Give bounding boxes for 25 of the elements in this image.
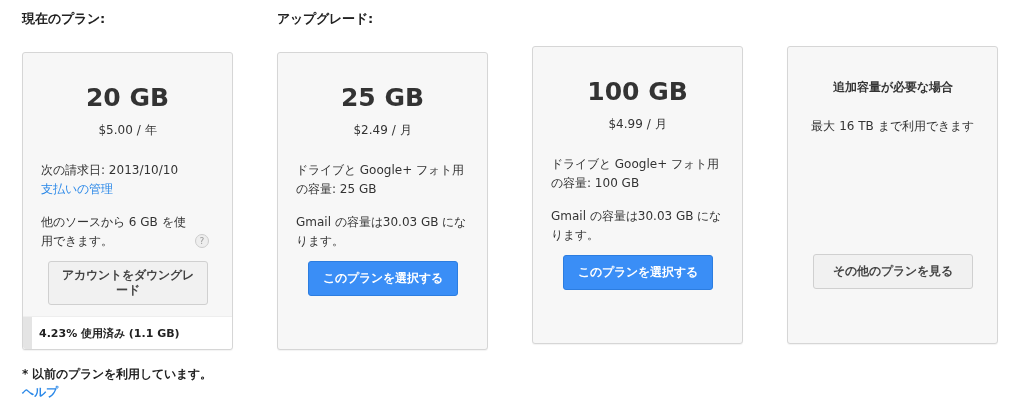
downgrade-button[interactable]: アカウントをダウングレード <box>47 261 208 305</box>
manage-payments-link[interactable]: 支払いの管理 <box>41 180 113 199</box>
gmail-description: Gmail の容量は30.03 GB になります。 <box>551 208 723 244</box>
plan-price: $4.99 / 月 <box>607 116 668 133</box>
other-sources-text: 他のソースから 6 GB を使用できます。 <box>41 214 187 250</box>
plan-size: 25 GB <box>339 83 426 112</box>
card-title: 追加容量が必要な場合 <box>831 79 954 96</box>
plan-price: $5.00 / 年 <box>97 122 158 139</box>
select-plan-button[interactable]: このプランを選択する <box>307 261 458 296</box>
usage-label: 4.23% 使用済み (1.1 GB) <box>38 325 180 341</box>
storage-description: ドライブと Google+ フォト用の容量: 100 GB <box>551 156 720 192</box>
help-icon[interactable]: ? <box>195 234 209 248</box>
footnote-text: * 以前のプランを利用しています。 <box>22 367 213 381</box>
plan-price: $2.49 / 月 <box>352 122 413 139</box>
select-plan-button[interactable]: このプランを選択する <box>562 255 713 290</box>
card-subtitle: 最大 16 TB まで利用できます <box>810 118 975 135</box>
section-heading: アップグレード: <box>277 10 375 26</box>
gmail-description: Gmail の容量は30.03 GB になります。 <box>296 214 468 250</box>
section-heading: 現在のプラン: <box>22 10 107 26</box>
billing-date: 次の請求日: 2013/10/10 <box>41 162 180 179</box>
plan-size: 20 GB <box>84 83 171 112</box>
storage-description: ドライブと Google+ フォト用の容量: 25 GB <box>296 162 465 198</box>
more-plans-button[interactable]: その他のプランを見る <box>812 254 973 289</box>
help-link[interactable]: ヘルプ <box>22 385 58 399</box>
plan-size: 100 GB <box>586 77 689 106</box>
